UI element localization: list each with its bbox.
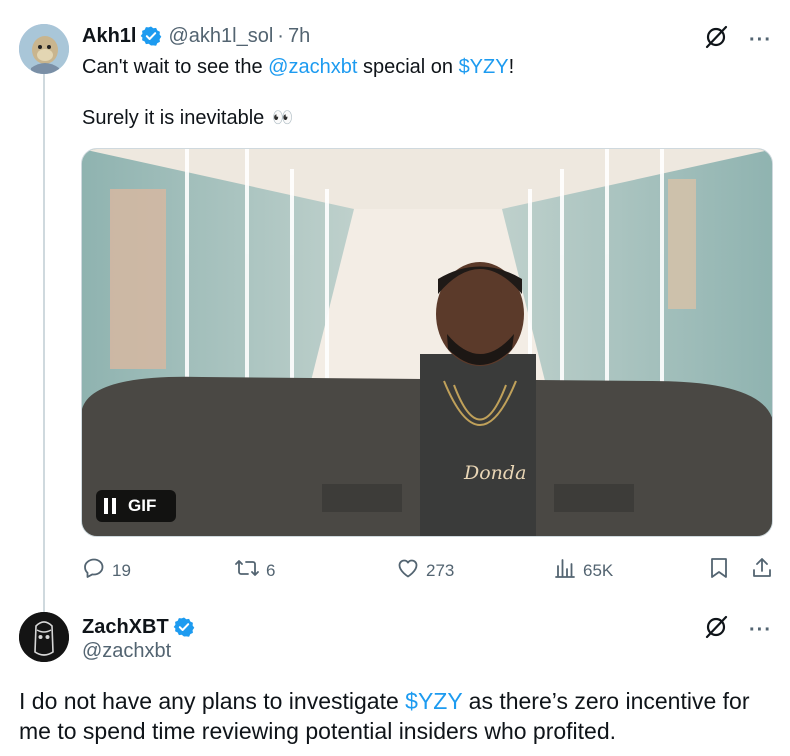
- views-button[interactable]: 65K: [553, 556, 613, 585]
- cashtag-link[interactable]: $YZY: [405, 688, 462, 714]
- repost-count: 6: [266, 560, 276, 580]
- display-name[interactable]: ZachXBT: [82, 616, 169, 639]
- reply-count: 19: [112, 560, 131, 580]
- more-icon[interactable]: ···: [749, 620, 772, 640]
- share-icon: [750, 556, 774, 585]
- grok-slash-icon[interactable]: [703, 614, 729, 645]
- gif-badge[interactable]: GIF: [96, 490, 176, 522]
- reply-button[interactable]: 19: [82, 556, 131, 585]
- text-segment: Surely it is inevitable: [82, 107, 265, 129]
- detective-avatar-icon: [19, 612, 69, 662]
- grok-slash-icon[interactable]: [703, 24, 729, 55]
- ape-avatar-icon: [19, 24, 69, 74]
- views-icon: [553, 556, 577, 585]
- handle[interactable]: @zachxbt: [82, 640, 171, 663]
- timestamp[interactable]: 7h: [288, 25, 310, 48]
- verified-badge-icon: [173, 616, 195, 638]
- text-segment: special on: [357, 56, 459, 78]
- tweet-body: I do not have any plans to investigate $…: [19, 686, 779, 746]
- gif-label: GIF: [128, 496, 157, 515]
- like-icon: [396, 556, 420, 585]
- avatar[interactable]: [19, 612, 69, 662]
- tweet-header: Akh1l @akh1l_sol · 7h: [82, 24, 310, 48]
- separator-dot: ·: [277, 24, 284, 47]
- thread-connector-line: [43, 72, 45, 612]
- reply-icon: [82, 556, 106, 585]
- handle[interactable]: @akh1l_sol: [168, 25, 273, 48]
- tweet-top-actions: ···: [703, 614, 772, 645]
- repost-icon: [234, 556, 260, 585]
- views-count: 65K: [583, 560, 614, 580]
- tweet-top-actions: ···: [703, 24, 772, 55]
- text-segment: Can't wait to see the: [82, 56, 269, 78]
- mention-link[interactable]: @zachxbt: [268, 56, 357, 78]
- tweet-text-line-2: Surely it is inevitable 👀: [82, 106, 293, 130]
- bookmark-icon: [708, 556, 730, 585]
- more-icon[interactable]: ···: [749, 30, 772, 50]
- like-button[interactable]: 273: [396, 556, 454, 585]
- tweet-action-bar: 19 6 273 65K: [82, 556, 776, 582]
- avatar[interactable]: [19, 24, 69, 74]
- verified-badge-icon: [140, 25, 162, 47]
- like-count: 273: [426, 560, 455, 580]
- gif-media[interactable]: Donda: [81, 148, 773, 537]
- pendant-text: Donda: [463, 462, 526, 484]
- text-segment: !: [508, 56, 515, 78]
- eyes-emoji: 👀: [272, 108, 294, 127]
- tweet-header: ZachXBT: [82, 615, 195, 639]
- repost-button[interactable]: 6: [234, 556, 275, 585]
- bookmark-button[interactable]: [708, 556, 730, 585]
- text-segment: I do not have any plans to investigate: [19, 688, 406, 714]
- pause-icon[interactable]: [104, 498, 116, 514]
- hallway-scene: Donda: [82, 149, 772, 536]
- display-name[interactable]: Akh1l: [82, 25, 136, 48]
- tweet-text-line-1: Can't wait to see the @zachxbt special o…: [82, 55, 514, 79]
- cashtag-link[interactable]: $YZY: [459, 56, 509, 78]
- share-button[interactable]: [750, 556, 774, 585]
